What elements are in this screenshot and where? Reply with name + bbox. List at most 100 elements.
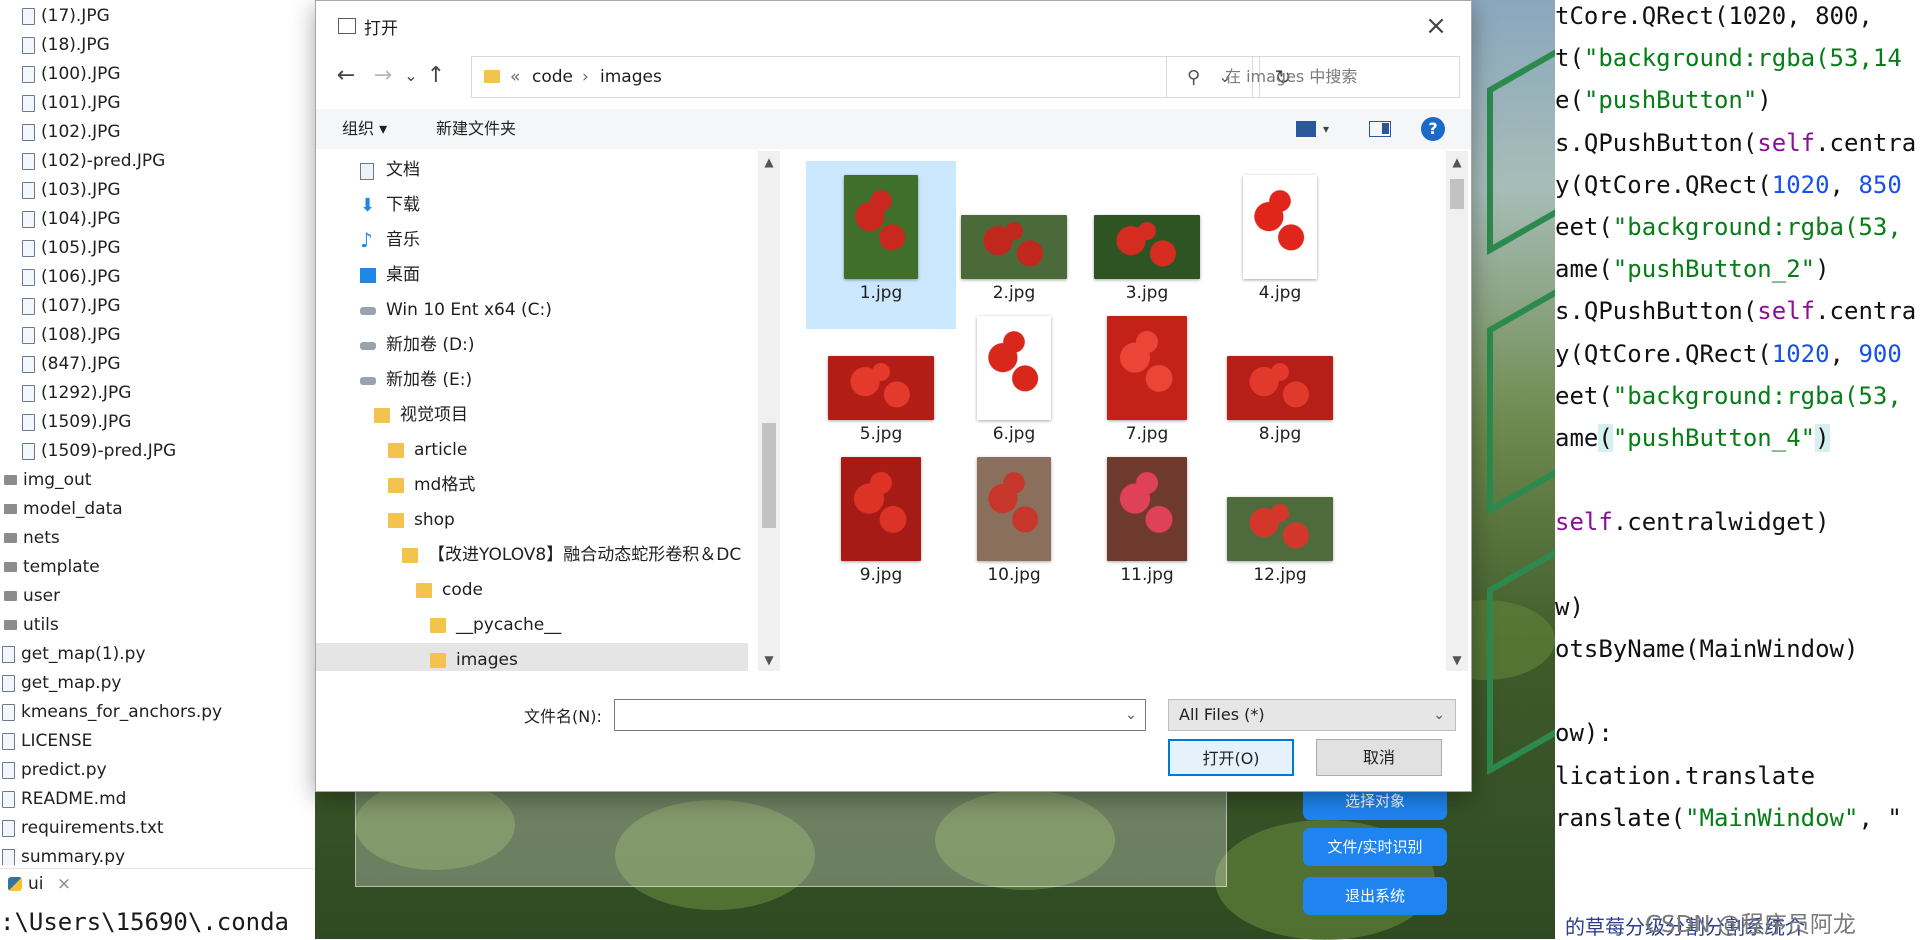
help-icon[interactable]: ? <box>1421 117 1445 141</box>
nav-item[interactable]: md格式 <box>316 468 748 503</box>
run-tab[interactable]: ui × <box>0 868 315 899</box>
code-editor[interactable]: tCore.QRect(1020, 800, t("background:rgba… <box>1555 0 1920 939</box>
tree-file[interactable]: requirements.txt <box>2 814 164 843</box>
search-box[interactable]: ⚲ 在 images 中搜索 <box>1166 56 1460 98</box>
scroll-thumb[interactable] <box>762 423 776 528</box>
filename-dropdown-icon[interactable]: ⌄ <box>1116 699 1146 731</box>
nav-item[interactable]: images <box>316 643 748 671</box>
tree-file[interactable]: (18).JPG <box>22 31 110 60</box>
image-thumbnail <box>977 316 1051 420</box>
tree-file[interactable]: (1509)-pred.JPG <box>22 437 176 466</box>
folder-icon <box>388 478 404 493</box>
file-tile[interactable]: 12.jpg <box>1205 443 1355 611</box>
nav-item[interactable]: 文档 <box>316 153 748 188</box>
tree-file[interactable]: (17).JPG <box>22 2 110 31</box>
tree-file[interactable]: (105).JPG <box>22 234 121 263</box>
nav-item[interactable]: shop <box>316 503 748 538</box>
tree-file[interactable]: predict.py <box>2 756 107 785</box>
tree-folder[interactable]: model_data <box>2 495 123 524</box>
tree-file[interactable]: (108).JPG <box>22 321 121 350</box>
tree-file[interactable]: (100).JPG <box>22 60 121 89</box>
tree-file[interactable]: (1509).JPG <box>22 408 131 437</box>
tree-file[interactable]: (101).JPG <box>22 89 121 118</box>
tree-file[interactable]: kmeans_for_anchors.py <box>2 698 222 727</box>
file-tile[interactable]: 9.jpg <box>806 443 956 611</box>
nav-scrollbar[interactable]: ▲ ▼ <box>758 151 780 671</box>
file-tile[interactable]: 10.jpg <box>939 443 1089 611</box>
music-icon: ♪ <box>360 228 373 252</box>
scroll-up-icon[interactable]: ▲ <box>758 155 780 169</box>
image-thumbnail <box>828 356 934 420</box>
image-thumbnail <box>1227 356 1333 420</box>
close-tab-icon[interactable]: × <box>57 874 71 894</box>
scroll-down-icon[interactable]: ▼ <box>1446 653 1468 667</box>
filename-input[interactable] <box>614 699 1146 731</box>
file-type-select[interactable]: All Files (*) ⌄ <box>1168 699 1456 731</box>
tree-file[interactable]: summary.py <box>2 843 125 865</box>
code-token: "background:rgba(53, <box>1612 381 1902 410</box>
code-token: "MainWindow" <box>1685 803 1859 832</box>
tree-file[interactable]: (106).JPG <box>22 263 121 292</box>
close-icon[interactable]: × <box>1419 9 1453 43</box>
tree-file[interactable]: (1292).JPG <box>22 379 131 408</box>
nav-item[interactable]: article <box>316 433 748 468</box>
back-arrow-icon[interactable]: ← <box>331 61 361 91</box>
file-tile[interactable]: 11.jpg <box>1072 443 1222 611</box>
code-line: eet("background:rgba(53, <box>1555 207 1902 247</box>
tree-file[interactable]: (102)-pred.JPG <box>22 147 165 176</box>
new-folder-button[interactable]: 新建文件夹 <box>436 109 516 149</box>
search-input[interactable]: 在 images 中搜索 <box>1225 57 1357 97</box>
scroll-up-icon[interactable]: ▲ <box>1446 155 1468 169</box>
nav-item[interactable]: ⬇ 下载 <box>316 188 748 223</box>
tree-item-label: (102).JPG <box>41 122 121 142</box>
tree-file[interactable]: get_map.py <box>2 669 121 698</box>
open-button[interactable]: 打开(O) <box>1168 739 1294 776</box>
nav-item[interactable]: ♪ 音乐 <box>316 223 748 258</box>
nav-item[interactable]: 视觉项目 <box>316 398 748 433</box>
nav-item[interactable]: Win 10 Ent x64 (C:) <box>316 293 748 328</box>
breadcrumb-overflow[interactable]: « <box>510 57 520 97</box>
address-bar[interactable]: « code › images ⌄ ↻ <box>471 56 1291 98</box>
scroll-thumb[interactable] <box>1450 179 1464 209</box>
dialog-titlebar[interactable]: 打开 × <box>316 1 1471 51</box>
tree-file[interactable]: get_map(1).py <box>2 640 146 669</box>
tree-file[interactable]: (104).JPG <box>22 205 121 234</box>
breadcrumb-images[interactable]: images <box>600 57 662 97</box>
nav-item[interactable]: code <box>316 573 748 608</box>
nav-item[interactable]: __pycache__ <box>316 608 748 643</box>
nav-item[interactable]: 新加卷 (E:) <box>316 363 748 398</box>
tree-folder[interactable]: utils <box>2 611 59 640</box>
forward-arrow-icon[interactable]: → <box>368 61 398 91</box>
tree-folder[interactable]: template <box>2 553 100 582</box>
nav-item[interactable]: 桌面 <box>316 258 748 293</box>
folder-icon <box>4 620 17 630</box>
preview-pane-icon[interactable] <box>1369 121 1391 137</box>
desktop-icon <box>360 268 376 283</box>
code-token: t( <box>1555 44 1584 73</box>
nav-item[interactable]: 新加卷 (D:) <box>316 328 748 363</box>
organize-menu[interactable]: 组织 ▾ <box>342 109 387 149</box>
tree-file[interactable]: (847).JPG <box>22 350 121 379</box>
tree-folder[interactable]: nets <box>2 524 60 553</box>
cancel-button[interactable]: 取消 <box>1316 739 1442 776</box>
tree-file[interactable]: (107).JPG <box>22 292 121 321</box>
exit-system-button[interactable]: 退出系统 <box>1303 877 1447 915</box>
tree-folder[interactable]: img_out <box>2 466 91 495</box>
up-arrow-icon[interactable]: ↑ <box>421 61 451 91</box>
view-dropdown-icon[interactable]: ▾ <box>1323 109 1329 149</box>
view-icon[interactable] <box>1296 121 1316 137</box>
tree-file[interactable]: (102).JPG <box>22 118 121 147</box>
tree-file[interactable]: README.md <box>2 785 126 814</box>
nav-item[interactable]: 【改进YOLOV8】融合动态蛇形卷积＆DC <box>316 538 748 573</box>
tree-file[interactable]: (103).JPG <box>22 176 121 205</box>
grid-scrollbar[interactable]: ▲ ▼ <box>1446 151 1468 671</box>
file-name: 1.jpg <box>859 283 903 303</box>
file-realtime-detect-button[interactable]: 文件/实时识别 <box>1303 828 1447 866</box>
tree-file[interactable]: LICENSE <box>2 727 92 756</box>
tree-folder[interactable]: user <box>2 582 60 611</box>
scroll-down-icon[interactable]: ▼ <box>758 653 780 667</box>
code-token: "pushButton_2" <box>1612 255 1816 284</box>
breadcrumb-code[interactable]: code <box>532 57 573 97</box>
code-line: lication.translate <box>1555 756 1815 796</box>
file-name: 7.jpg <box>1125 424 1169 444</box>
